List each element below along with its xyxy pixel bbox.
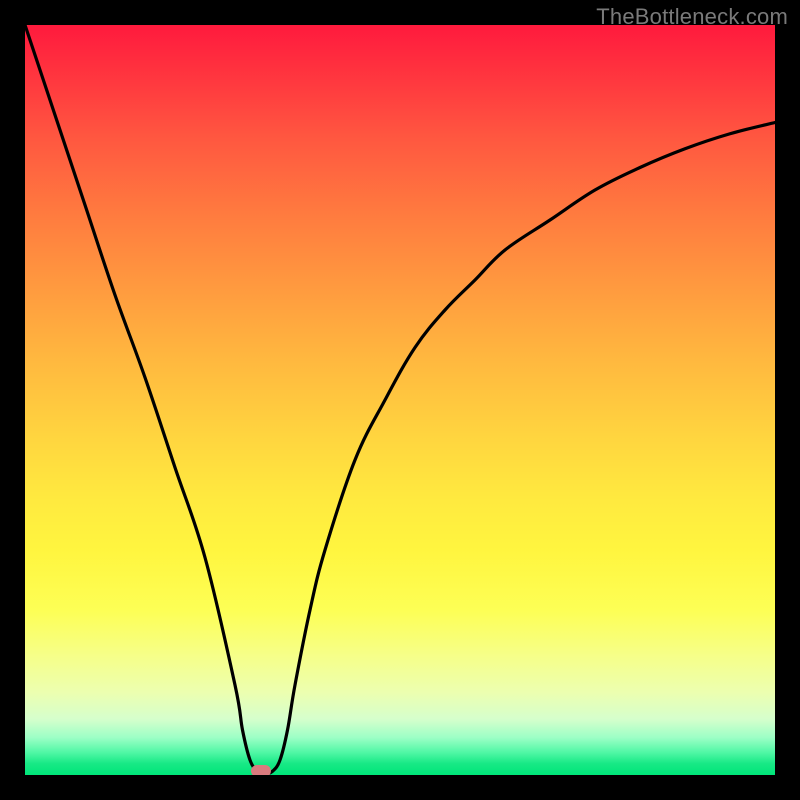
chart-frame: TheBottleneck.com	[0, 0, 800, 800]
bottleneck-curve	[25, 25, 775, 775]
watermark-text: TheBottleneck.com	[596, 4, 788, 30]
optimal-marker	[251, 765, 271, 776]
plot-area	[25, 25, 775, 775]
